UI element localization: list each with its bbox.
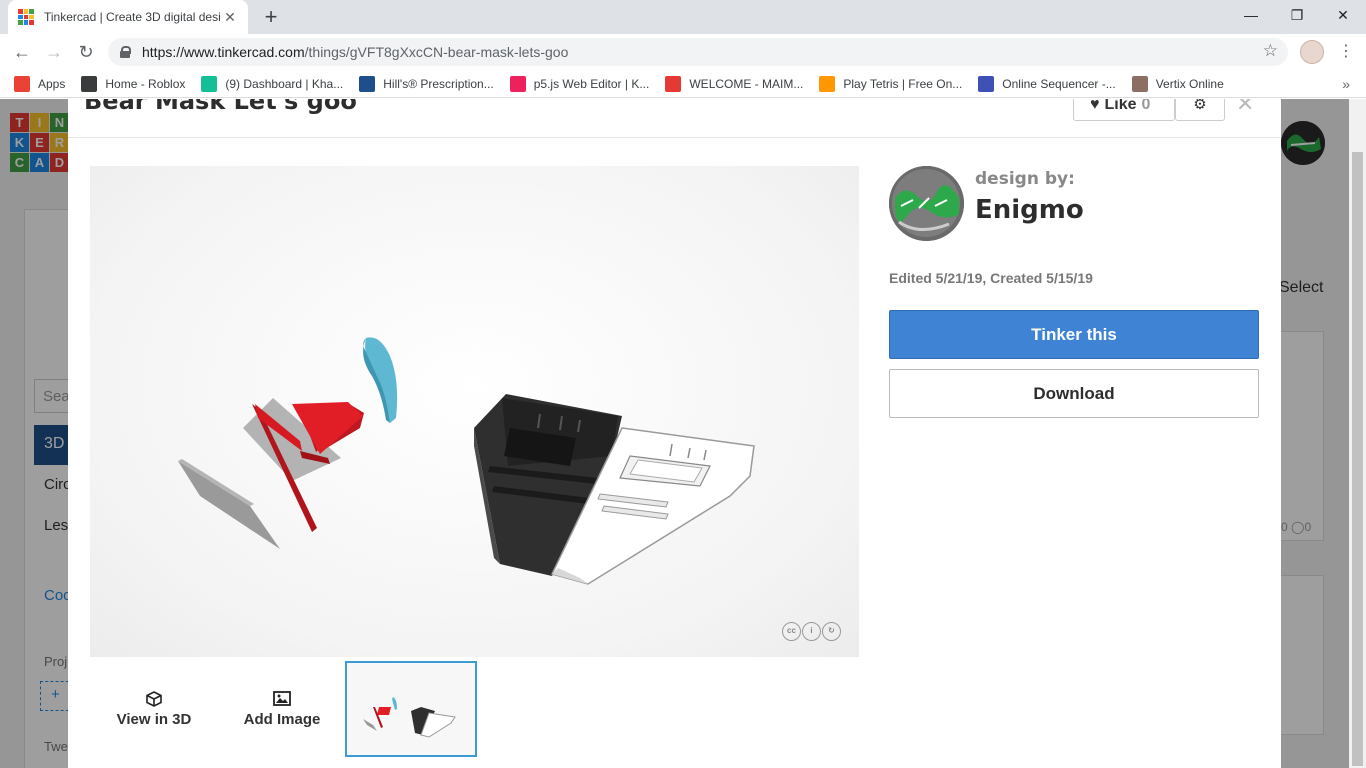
bookmark-item[interactable]: Hill's® Prescription... bbox=[359, 75, 494, 92]
p5js-icon bbox=[509, 75, 526, 92]
modal-close-icon[interactable]: ✕ bbox=[1236, 99, 1254, 117]
settings-gear-button[interactable]: ⚙ bbox=[1175, 99, 1225, 121]
hills-icon bbox=[359, 75, 376, 92]
profile-avatar[interactable] bbox=[1300, 40, 1324, 64]
bookmark-item[interactable]: Apps bbox=[14, 75, 66, 92]
bookmark-item[interactable]: p5.js Web Editor | K... bbox=[509, 75, 650, 92]
roblox-icon bbox=[81, 75, 98, 92]
browser-tab[interactable]: Tinkercad | Create 3D digital desi ✕ bbox=[8, 0, 248, 34]
selected-thumbnail[interactable] bbox=[345, 661, 477, 757]
bookmark-label: (9) Dashboard | Kha... bbox=[225, 76, 344, 91]
bookmark-label: Play Tetris | Free On... bbox=[843, 76, 963, 91]
url-text: https://www.tinkercad.com/things/gVFT8gX… bbox=[142, 44, 569, 60]
design-modal: Bear Mask Let's goo ♥ Like 0 ⚙ ✕ cc i ↻ … bbox=[68, 99, 1281, 768]
tetris-icon bbox=[819, 75, 836, 92]
bookmark-label: Home - Roblox bbox=[105, 76, 186, 91]
address-bar[interactable]: https://www.tinkercad.com/things/gVFT8gX… bbox=[108, 38, 1288, 66]
design-preview-image[interactable]: cc i ↻ bbox=[90, 166, 859, 657]
bookmark-item[interactable]: Vertix Online bbox=[1131, 75, 1224, 92]
bookmark-label: Hill's® Prescription... bbox=[383, 76, 494, 91]
browser-tab-strip: Tinkercad | Create 3D digital desi ✕ + —… bbox=[0, 0, 1366, 34]
minimize-button[interactable]: — bbox=[1228, 0, 1274, 30]
share-alike-icon: ↻ bbox=[822, 622, 841, 641]
cube-icon bbox=[90, 691, 218, 707]
bookmarks-bar: Apps Home - Roblox (9) Dashboard | Kha... H… bbox=[0, 70, 1366, 98]
tinker-this-button[interactable]: Tinker this bbox=[889, 310, 1259, 359]
like-count: 0 bbox=[1141, 99, 1151, 113]
add-image-label: Add Image bbox=[243, 711, 321, 728]
design-dates: Edited 5/21/19, Created 5/15/19 bbox=[889, 270, 1093, 286]
back-arrow-icon[interactable]: ← bbox=[10, 40, 34, 64]
design-title: Bear Mask Let's goo bbox=[84, 99, 357, 115]
bookmark-label: WELCOME - MAIM... bbox=[689, 76, 804, 91]
browser-menu-icon[interactable]: ⋮ bbox=[1338, 40, 1354, 64]
forward-arrow-icon[interactable]: → bbox=[42, 40, 66, 64]
vertix-icon bbox=[1131, 75, 1148, 92]
modal-header: Bear Mask Let's goo ♥ Like 0 ⚙ ✕ bbox=[68, 99, 1281, 138]
bookmark-item[interactable]: Play Tetris | Free On... bbox=[819, 75, 963, 92]
cyan-piece bbox=[365, 337, 398, 423]
cc-icon: cc bbox=[782, 622, 801, 641]
reload-icon[interactable]: ↻ bbox=[74, 40, 98, 64]
tab-close-icon[interactable]: ✕ bbox=[222, 9, 238, 26]
sequencer-icon bbox=[978, 75, 995, 92]
restore-button[interactable]: ❐ bbox=[1274, 0, 1320, 30]
heart-icon: ♥ bbox=[1090, 99, 1100, 113]
image-icon bbox=[218, 691, 346, 707]
maim-icon bbox=[665, 75, 682, 92]
khan-academy-icon bbox=[201, 75, 218, 92]
bookmark-label: Vertix Online bbox=[1155, 76, 1224, 91]
designer-avatar[interactable] bbox=[889, 166, 964, 241]
lock-icon bbox=[120, 46, 131, 58]
creative-commons-badge[interactable]: cc i ↻ bbox=[782, 622, 841, 641]
gray-shadow-piece bbox=[178, 461, 280, 549]
bookmark-label: Apps bbox=[38, 76, 66, 91]
bookmark-star-icon[interactable]: ☆ bbox=[1263, 41, 1278, 61]
gear-icon: ⚙ bbox=[1193, 99, 1207, 113]
bookmark-item[interactable]: (9) Dashboard | Kha... bbox=[201, 75, 344, 92]
3d-model-render bbox=[178, 337, 755, 585]
design-by-label: design by: bbox=[975, 169, 1075, 189]
browser-toolbar: ← → ↻ https://www.tinkercad.com/things/g… bbox=[0, 34, 1366, 70]
add-image-button[interactable]: Add Image bbox=[218, 691, 346, 728]
like-button[interactable]: ♥ Like 0 bbox=[1073, 99, 1175, 121]
designer-name-link[interactable]: Enigmo bbox=[975, 195, 1084, 225]
view-in-3d-label: View in 3D bbox=[116, 711, 192, 728]
window-close-button[interactable]: ✕ bbox=[1320, 0, 1366, 30]
tinkercad-favicon-icon bbox=[18, 9, 34, 25]
bookmark-label: Online Sequencer -... bbox=[1002, 76, 1116, 91]
download-button[interactable]: Download bbox=[889, 369, 1259, 418]
bookmark-item[interactable]: WELCOME - MAIM... bbox=[665, 75, 804, 92]
bookmark-label: p5.js Web Editor | K... bbox=[533, 76, 650, 91]
bookmark-item[interactable]: Home - Roblox bbox=[81, 75, 186, 92]
apps-grid-icon bbox=[14, 75, 30, 92]
thumbnail-model-render bbox=[363, 697, 456, 738]
scrollbar-thumb[interactable] bbox=[1352, 152, 1363, 766]
attribution-icon: i bbox=[802, 622, 821, 641]
new-tab-button[interactable]: + bbox=[258, 4, 284, 30]
view-in-3d-button[interactable]: View in 3D bbox=[90, 691, 218, 728]
bookmark-item[interactable]: Online Sequencer -... bbox=[978, 75, 1116, 92]
tab-title: Tinkercad | Create 3D digital desi bbox=[44, 10, 221, 24]
thumbnail-strip: View in 3D Add Image bbox=[90, 661, 859, 757]
more-bookmarks-icon[interactable]: » bbox=[1342, 70, 1350, 98]
like-label: Like bbox=[1104, 99, 1137, 113]
